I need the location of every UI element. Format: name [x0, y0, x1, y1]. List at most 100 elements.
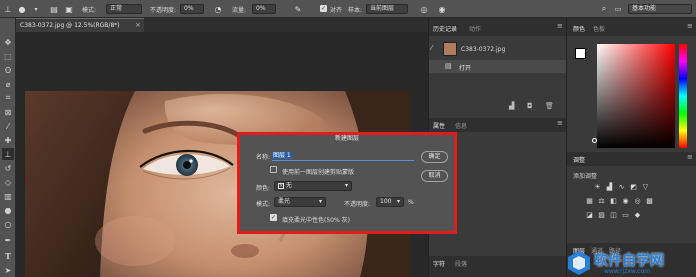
panel-menu-icon[interactable]: ≡	[687, 153, 693, 161]
watermark-logo	[568, 251, 590, 275]
frame-tool-icon[interactable]: ⊠	[2, 106, 14, 118]
color-select[interactable]: × 无 ▾	[274, 181, 352, 191]
ignore-adjustment-icon[interactable]: ◎	[418, 3, 430, 15]
move-tool-icon[interactable]: ✥	[2, 36, 14, 48]
quick-select-tool-icon[interactable]: ⌀	[2, 78, 14, 90]
selective-color-icon[interactable]: ◆	[633, 210, 642, 219]
mode-select[interactable]: 正常	[106, 4, 142, 14]
path-select-tool-icon[interactable]: ➤	[2, 264, 14, 276]
snapshot-thumbnail	[443, 42, 457, 56]
tab-color[interactable]: 颜色	[573, 24, 585, 33]
exposure-icon[interactable]: ◩	[629, 182, 638, 191]
tab-character[interactable]: 字符	[433, 259, 445, 268]
history-snapshot[interactable]: ⁄ C383-0372.jpg	[429, 40, 566, 58]
tab-paragraph[interactable]: 段落	[455, 259, 467, 268]
tab-info[interactable]: 信息	[455, 121, 467, 130]
snapshot-name: C383-0372.jpg	[461, 46, 506, 53]
tab-properties[interactable]: 属性	[433, 121, 445, 130]
chevron-down-icon[interactable]: ▾	[30, 3, 42, 15]
type-tool-icon[interactable]: T	[2, 250, 14, 262]
opacity-input[interactable]: 0%	[180, 4, 204, 14]
color-field[interactable]	[597, 44, 675, 148]
character-panel-header	[429, 256, 566, 277]
brightness-icon[interactable]: ☀	[593, 182, 602, 191]
hue-slider[interactable]	[679, 44, 687, 148]
properties-panel-header	[429, 118, 566, 132]
opacity-input[interactable]: 100 ▾	[376, 197, 404, 207]
flow-input[interactable]: 0%	[252, 4, 276, 14]
history-brush-tool-icon[interactable]: ↺	[2, 162, 14, 174]
blur-tool-icon[interactable]: ●	[2, 204, 14, 216]
hue-saturation-icon[interactable]: ▦	[585, 196, 594, 205]
cancel-button[interactable]: 取消	[421, 170, 448, 182]
sample-select[interactable]: 当前图层	[366, 4, 408, 14]
new-layer-dialog: 新建图层 名称: 图层 1 使用前一图层创建剪贴蒙版 颜色: × 无 ▾ 模式:…	[240, 135, 454, 231]
align-label: 对齐	[330, 7, 343, 14]
foreground-color-swatch[interactable]	[575, 48, 586, 59]
ok-button[interactable]: 确定	[421, 151, 448, 163]
black-white-icon[interactable]: ◧	[609, 196, 618, 205]
pressure-opacity-icon[interactable]: ◔	[212, 3, 224, 15]
chevron-down-icon: ▾	[396, 198, 400, 205]
workspace-select[interactable]: 基本功能	[628, 4, 692, 14]
mode-label: 模式:	[256, 201, 271, 208]
lasso-tool-icon[interactable]: ʘ	[2, 64, 14, 76]
history-brush-source-icon: ⁄	[431, 44, 433, 52]
fill-neutral-checkbox[interactable]: ✓	[270, 214, 277, 221]
clip-mask-checkbox[interactable]	[270, 166, 277, 173]
watermark-text: 软件自学网	[594, 253, 664, 269]
color-label: 颜色:	[256, 185, 271, 192]
clone-source-icon[interactable]: ▣	[63, 3, 75, 15]
document-tab[interactable]: C383-0372.jpg @ 12.5%(RGB/8*) ×	[16, 18, 144, 32]
panel-menu-icon[interactable]: ≡	[687, 22, 693, 30]
vibrance-icon[interactable]: ▽	[641, 182, 650, 191]
color-lookup-icon[interactable]: ▩	[645, 196, 654, 205]
document-icon: ▤	[445, 62, 452, 70]
clone-stamp-tool-icon[interactable]: ⊥	[2, 148, 14, 160]
invert-icon[interactable]: ◪	[585, 210, 594, 219]
gradient-map-icon[interactable]: ▭	[621, 210, 630, 219]
posterize-icon[interactable]: ▨	[597, 210, 606, 219]
panel-menu-icon[interactable]: ≡	[557, 22, 563, 30]
crop-tool-icon[interactable]: ⌗	[2, 92, 14, 104]
panel-menu-icon[interactable]: ≡	[557, 119, 563, 127]
name-input[interactable]: 图层 1	[272, 150, 414, 161]
mode-label: 模式:	[82, 7, 97, 14]
history-step[interactable]: ▤ 打开	[429, 60, 566, 73]
mode-value: 柔光	[278, 198, 291, 205]
workspace-icon[interactable]: ▭	[612, 3, 624, 15]
align-checkbox[interactable]: ✓	[320, 5, 327, 12]
healing-brush-tool-icon[interactable]: ✚	[2, 134, 14, 146]
mode-value: 正常	[110, 5, 123, 12]
clone-stamp-icon[interactable]: ⊥	[2, 3, 14, 15]
color-picker-marker[interactable]	[592, 138, 597, 143]
search-icon[interactable]: ⌕	[598, 3, 610, 15]
eyedropper-tool-icon[interactable]: ⁄	[2, 120, 14, 132]
mode-select[interactable]: 柔光 ▾	[274, 197, 326, 207]
opacity-value: 100	[380, 198, 392, 205]
trash-icon[interactable]: 🗑	[545, 102, 554, 110]
brush-settings-icon[interactable]: ▤	[48, 3, 60, 15]
camera-icon[interactable]: ◘	[527, 102, 533, 110]
brush-preset-icon[interactable]: ●	[16, 3, 28, 15]
marquee-tool-icon[interactable]: ⬚	[2, 50, 14, 62]
tab-history[interactable]: 历史记录	[433, 24, 457, 33]
channel-mixer-icon[interactable]: ◎	[633, 196, 642, 205]
airbrush-icon[interactable]: ✎	[292, 3, 304, 15]
color-value: 无	[285, 182, 292, 189]
tab-actions[interactable]: 动作	[469, 24, 481, 33]
eraser-tool-icon[interactable]: ◇	[2, 176, 14, 188]
close-tab-icon[interactable]: ×	[135, 21, 141, 29]
threshold-icon[interactable]: ◫	[609, 210, 618, 219]
levels-icon[interactable]: ▟	[605, 182, 614, 191]
color-balance-icon[interactable]: ⚖	[597, 196, 606, 205]
options-bar: ⊥ ● ▾ ▤ ▣ 模式: 正常 不透明度: 0% ◔ 流量: 0% ✎ ✓ 对…	[0, 0, 696, 18]
photo-filter-icon[interactable]: ◉	[621, 196, 630, 205]
gradient-tool-icon[interactable]: ▥	[2, 190, 14, 202]
new-document-from-state-icon[interactable]: ▟	[509, 102, 514, 110]
pressure-size-icon[interactable]: ◉	[436, 3, 448, 15]
pen-tool-icon[interactable]: ✒	[2, 234, 14, 246]
tab-swatches[interactable]: 色板	[593, 24, 605, 33]
curves-icon[interactable]: ∿	[617, 182, 626, 191]
dodge-tool-icon[interactable]: ○	[2, 218, 14, 230]
